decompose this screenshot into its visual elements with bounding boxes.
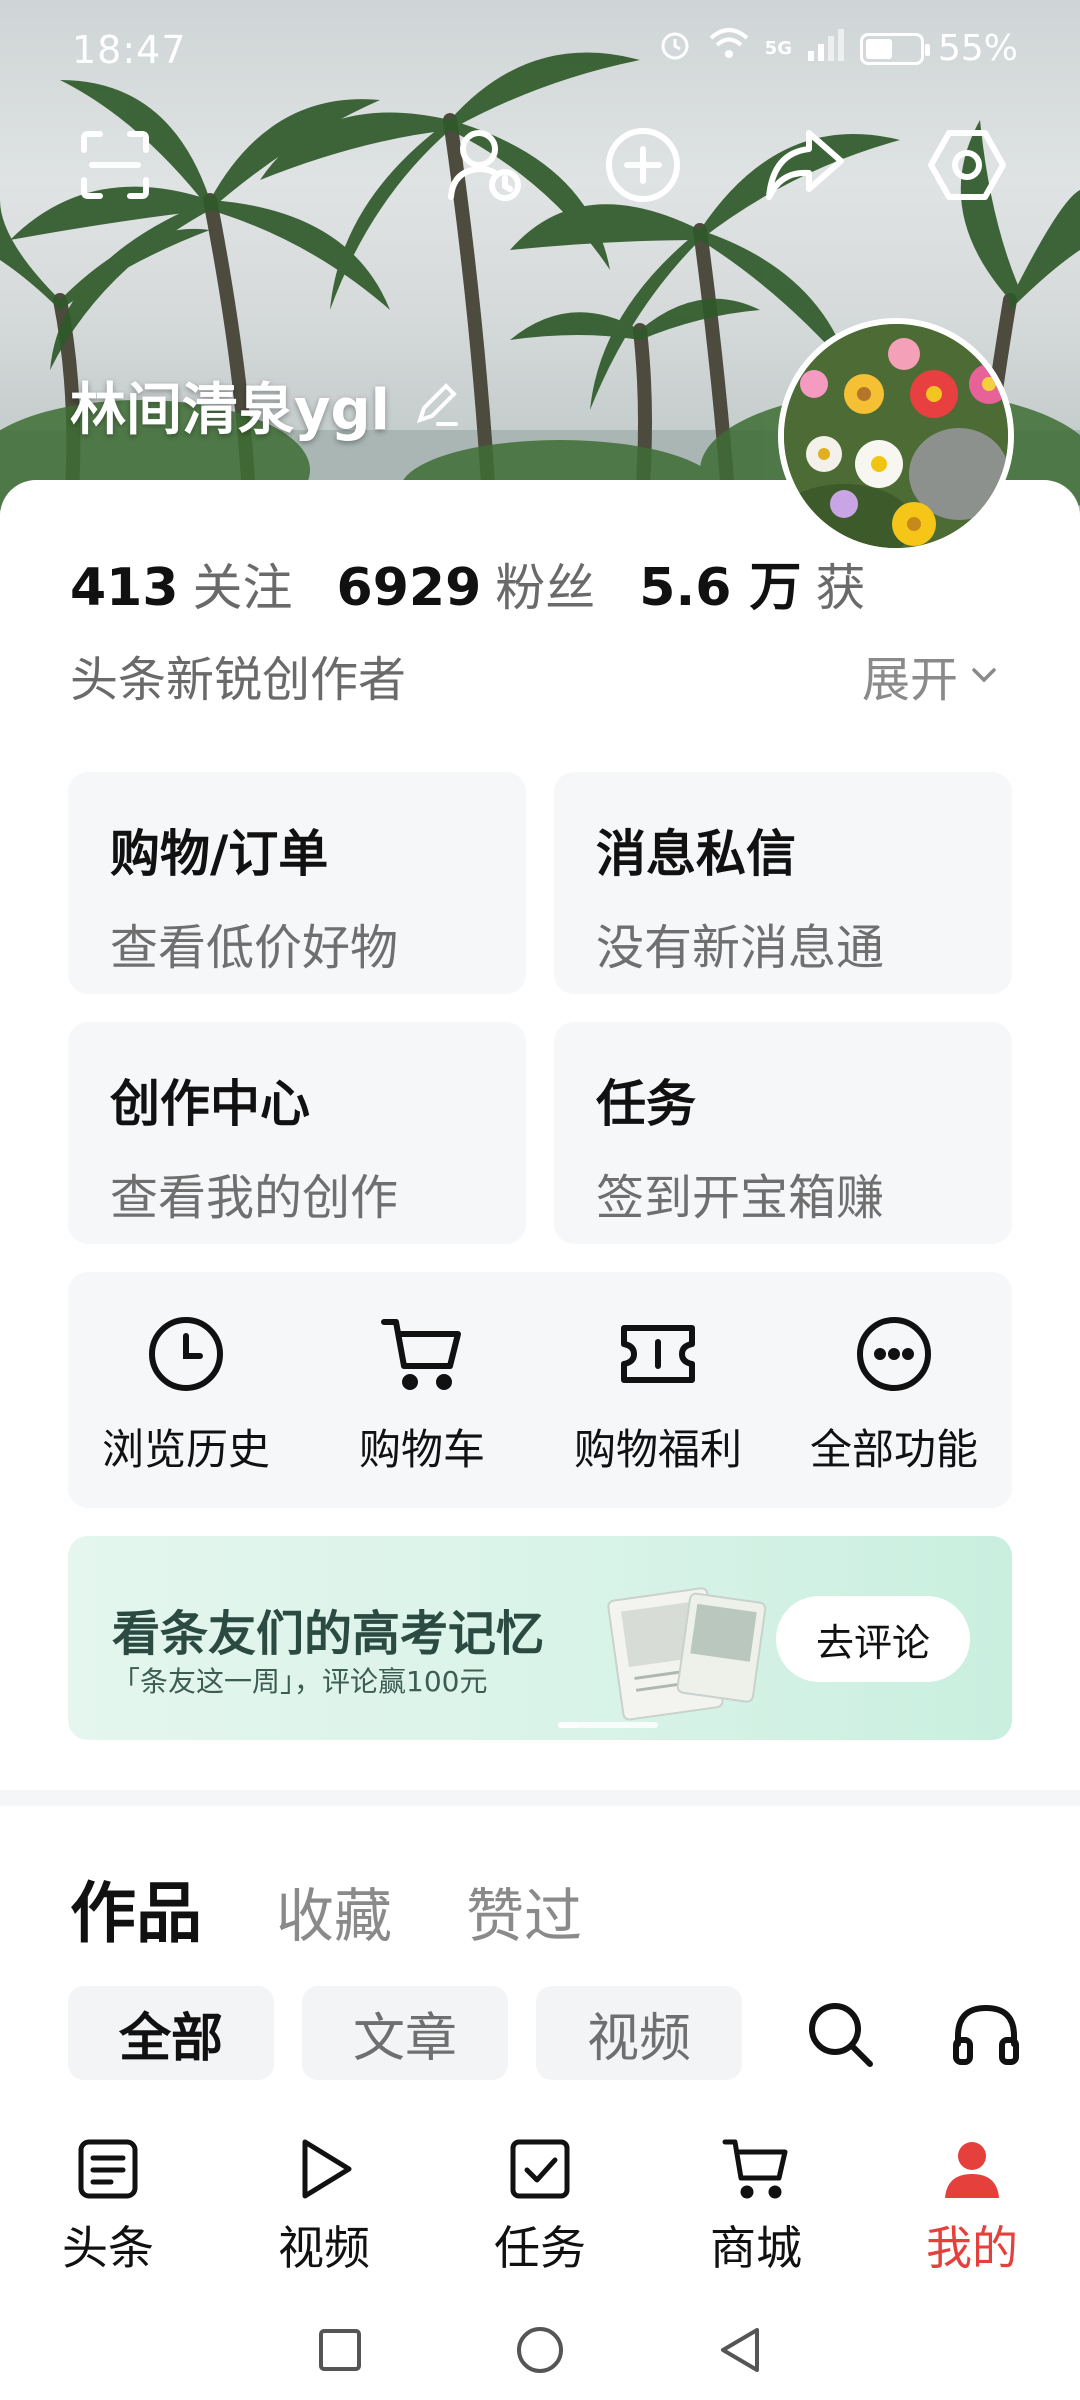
tab-liked[interactable]: 赞过 [466,1869,582,1953]
cart-icon [380,1314,464,1398]
task-check-icon [507,2136,573,2206]
shortcut-row: 浏览历史 购物车 购物福利 全部功能 [68,1272,1012,1508]
mall-cart-icon [721,2136,791,2206]
shortcut-welfare[interactable]: 购物福利 [540,1272,776,1508]
article-icon [75,2136,141,2206]
banner-pagination [558,1722,658,1728]
tile-title: 消息私信 [596,825,796,883]
status-time: 18:47 [72,28,187,72]
profile-icon [939,2136,1005,2206]
bottom-navigation: 头条 视频 任务 商城 我的 [0,2120,1080,2280]
alarm-icon [657,26,693,71]
back-button[interactable] [710,2320,770,2380]
shortcut-cart[interactable]: 购物车 [304,1272,540,1508]
stat-followers-value[interactable]: 6929 [337,558,482,618]
nav-mall[interactable]: 商城 [648,2120,864,2280]
more-icon [854,1314,934,1398]
signal-icon [806,27,846,70]
tile-subtitle: 没有新消息通 [596,920,885,976]
content-tabs: 作品 收藏 赞过 [70,1860,582,1956]
play-icon [291,2136,357,2206]
photo-cards-illustration [604,1574,774,1728]
shortcut-label: 购物福利 [573,1425,742,1474]
nav-tasks[interactable]: 任务 [432,2120,648,2280]
username[interactable]: 林间清泉ygl [70,365,390,446]
shortcut-history[interactable]: 浏览历史 [68,1272,304,1508]
stat-likes-label[interactable]: 获 [816,548,866,620]
nav-label: 我的 [926,2221,1018,2275]
promo-banner[interactable]: 看条友们的高考记忆 「条友这一周」，评论赢100元 去评论 [68,1536,1012,1740]
shortcut-label: 浏览历史 [101,1425,270,1474]
tile-tasks[interactable]: 任务 签到开宝箱赚 [554,1022,1012,1244]
pagination-active-dot [558,1722,578,1728]
nav-mine[interactable]: 我的 [864,2120,1080,2280]
username-row: 林间清泉ygl [70,365,462,446]
tile-subtitle: 查看我的创作 [110,1170,399,1226]
banner-subtitle: 「条友这一周」，评论赢100元 [112,1665,488,1698]
filter-chips: 全部 文章 视频 [68,1986,742,2080]
system-navigation [0,2300,1080,2400]
stat-followers-label[interactable]: 粉丝 [495,548,595,620]
shortcut-label: 全部功能 [809,1425,978,1474]
tile-subtitle: 签到开宝箱赚 [596,1170,885,1226]
edit-icon[interactable] [410,378,462,434]
nav-label: 商城 [710,2221,802,2275]
network-type: 5G [764,38,792,59]
tile-title: 任务 [596,1075,696,1133]
expand-button[interactable]: 展开 [862,640,1000,710]
home-button[interactable] [510,2320,570,2380]
stat-likes-value[interactable]: 5.6 万 [639,545,801,620]
battery-icon [859,32,930,65]
filter-articles[interactable]: 文章 [302,1986,508,2080]
creator-tag: 头条新锐创作者 [70,652,407,708]
nav-headlines[interactable]: 头条 [0,2120,216,2280]
wifi-icon [707,26,751,71]
filter-all[interactable]: 全部 [68,1986,274,2080]
status-bar: 18:47 5G 55% [0,0,1080,100]
shortcut-all-features[interactable]: 全部功能 [776,1272,1012,1508]
battery-percent: 55% [937,28,1018,69]
header-actions [0,120,1080,210]
recents-button[interactable] [310,2320,370,2380]
headphones-icon[interactable] [946,1994,1026,2074]
share-icon[interactable] [760,120,850,210]
profile-stats: 413 关注 6929 粉丝 5.6 万 获 [70,545,910,620]
comment-button[interactable]: 去评论 [776,1596,970,1682]
tile-title: 购物/订单 [110,825,329,883]
add-circle-icon[interactable] [598,120,688,210]
tab-works[interactable]: 作品 [70,1860,202,1956]
nav-label: 头条 [62,2221,154,2275]
tile-messages[interactable]: 消息私信 没有新消息通 [554,772,1012,994]
section-divider [0,1790,1080,1806]
ticket-icon [618,1314,698,1398]
filter-videos[interactable]: 视频 [536,1986,742,2080]
nav-video[interactable]: 视频 [216,2120,432,2280]
chevron-down-icon [968,647,1000,703]
scan-icon[interactable] [70,120,160,210]
user-clock-icon[interactable] [440,120,530,210]
nav-label: 视频 [278,2221,370,2275]
battery-fill [865,38,892,59]
clock-icon [146,1314,226,1398]
banner-title: 看条友们的高考记忆 [112,1606,545,1662]
tile-creator-center[interactable]: 创作中心 查看我的创作 [68,1022,526,1244]
stat-following-label[interactable]: 关注 [193,548,293,620]
tab-favorites[interactable]: 收藏 [276,1869,392,1953]
search-icon[interactable] [800,1994,880,2074]
shortcut-label: 购物车 [358,1425,485,1474]
settings-icon[interactable] [922,120,1012,210]
avatar[interactable] [778,318,1014,554]
stat-following-value[interactable]: 413 [70,558,179,618]
expand-label: 展开 [861,652,958,708]
status-icons: 5G 55% [657,26,1018,71]
nav-label: 任务 [494,2221,586,2275]
tile-subtitle: 查看低价好物 [110,920,399,976]
tile-title: 创作中心 [110,1075,310,1133]
tile-shopping-orders[interactable]: 购物/订单 查看低价好物 [68,772,526,994]
